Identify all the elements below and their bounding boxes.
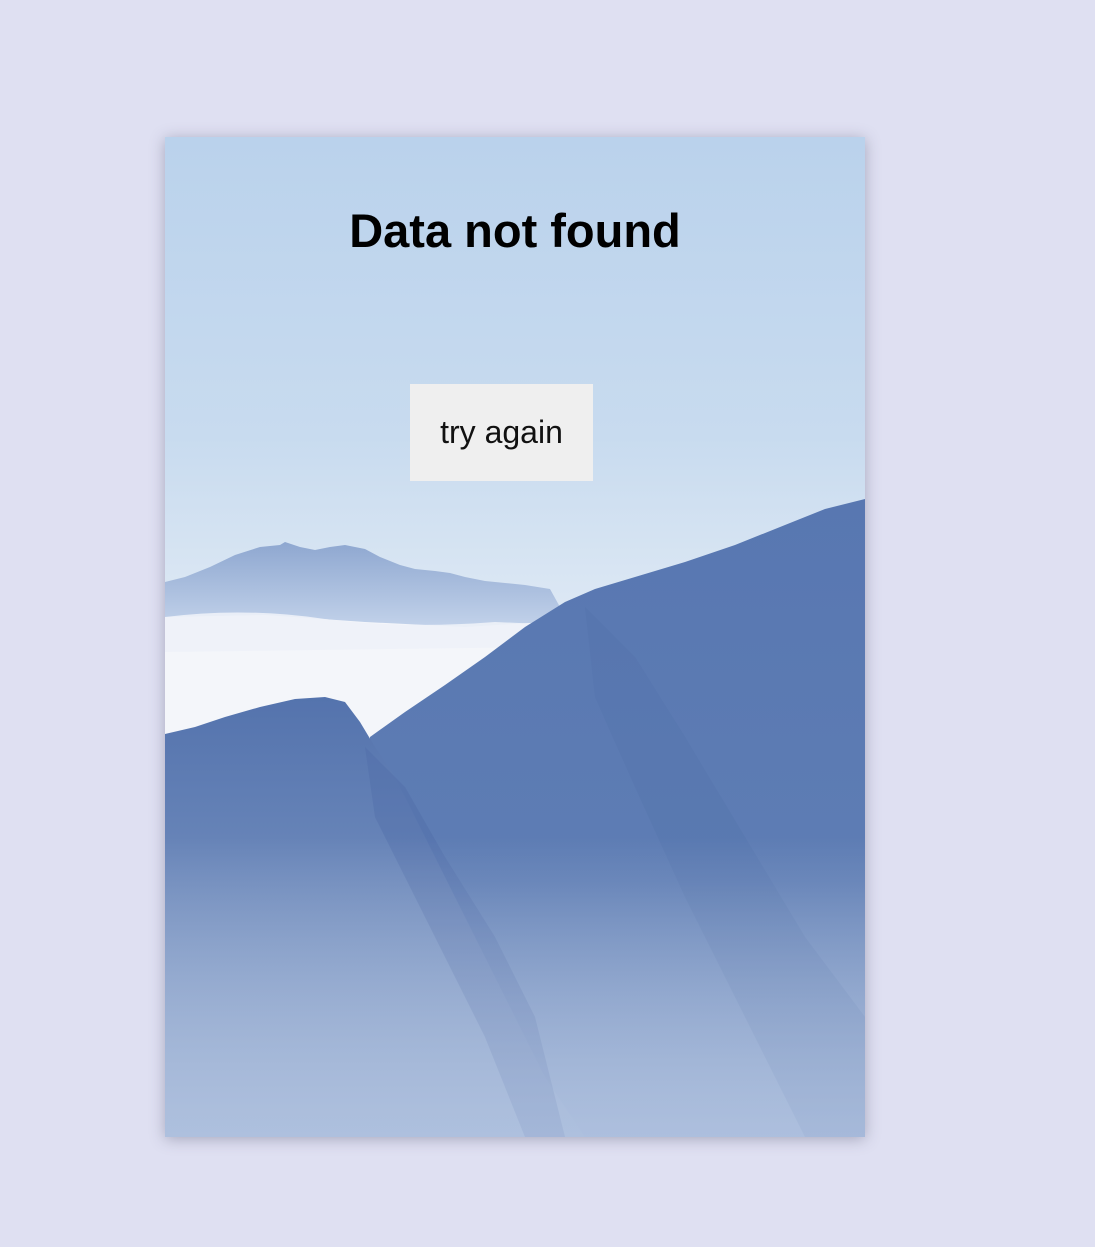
mountain-landscape-image [165, 137, 865, 1137]
try-again-button[interactable]: try again [410, 384, 593, 481]
error-card: Data not found try again [165, 137, 865, 1137]
page-title: Data not found [349, 204, 681, 257]
